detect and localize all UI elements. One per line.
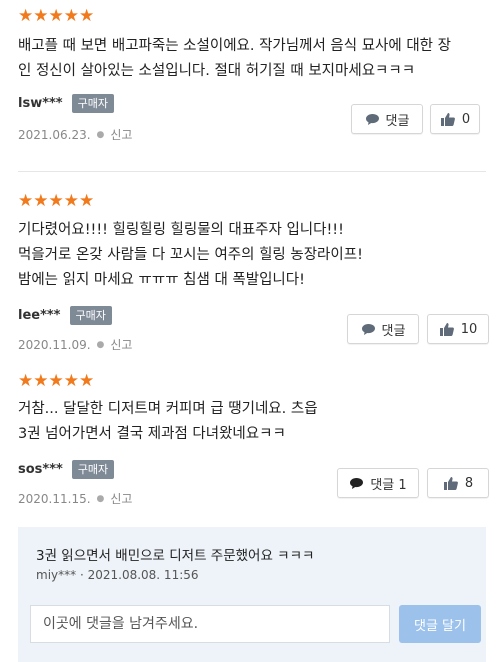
reply-author: miy***	[36, 568, 77, 582]
reply-meta: miy*** · 2021.08.08. 11:56	[36, 568, 199, 582]
comment-label: 댓글	[381, 323, 406, 339]
separator-dot: ●	[96, 339, 105, 350]
rating-stars: ★★★★★	[18, 8, 94, 25]
like-count: 10	[460, 321, 478, 337]
rating-value: ★★★★★	[18, 191, 95, 211]
buyer-badge: 구매자	[69, 306, 112, 325]
reply-input[interactable]	[30, 605, 390, 643]
speech-bubble-icon	[365, 113, 379, 125]
comment-label: 댓글 1	[370, 477, 407, 493]
review-author: lee*** 구매자	[18, 306, 112, 325]
speech-bubble-icon	[361, 323, 375, 335]
review-line: 인 정신이 살아있는 소설입니다. 절대 허기질 때 보지마세요ㅋㅋㅋ	[18, 63, 416, 79]
review-text: 배고플 때 보면 배고파죽는 소설이에요. 작가님께서 음식 묘사에 대한 장 …	[18, 34, 486, 84]
separator-dot: ·	[79, 568, 88, 582]
review-line: 밤에는 읽지 마세요 ㅠㅠㅠ 침샘 대 폭발입니다!	[18, 272, 305, 288]
thumbs-up-icon	[440, 112, 455, 126]
username: lsw***	[18, 96, 63, 111]
review-text: 거참... 달달한 디저트며 커피며 급 땡기네요. 츠읍 3권 넘어가면서 결…	[18, 397, 486, 447]
review-date: 2021.06.23.	[18, 127, 91, 142]
comment-button[interactable]: 댓글 1	[337, 468, 419, 498]
separator-dot: ●	[96, 129, 105, 140]
reply-submit-button[interactable]: 댓글 달기	[399, 605, 481, 643]
review-author: sos*** 구매자	[18, 460, 115, 479]
review-line: 배고플 때 보면 배고파죽는 소설이에요. 작가님께서 음식 묘사에 대한 장	[18, 38, 451, 54]
report-link[interactable]: 신고	[110, 490, 132, 507]
review-author: lsw*** 구매자	[18, 94, 114, 113]
reply-section: 3권 읽으면서 배민으로 디저트 주문했어요 ㅋㅋㅋ miy*** · 2021…	[18, 527, 486, 662]
thumbs-up-icon	[439, 322, 454, 336]
separator-dot: ●	[96, 493, 105, 504]
like-button[interactable]: 0	[430, 104, 480, 134]
review-meta: 2020.11.15. ● 신고	[18, 490, 132, 507]
rating-value: ★★★★★	[18, 6, 95, 26]
like-count: 0	[461, 111, 471, 127]
username: lee***	[18, 308, 61, 323]
buyer-badge: 구매자	[71, 94, 114, 113]
review-line: 3권 넘어가면서 결국 제과점 다녀왔네요ㅋㅋ	[18, 426, 286, 442]
like-button[interactable]: 8	[427, 468, 489, 498]
review-line: 거참... 달달한 디저트며 커피며 급 땡기네요. 츠읍	[18, 401, 318, 417]
comment-label: 댓글	[385, 113, 410, 129]
review-line: 먹을거로 온갖 사람들 다 꼬시는 여주의 힐링 농장라이프!	[18, 247, 363, 263]
like-button[interactable]: 10	[427, 314, 489, 344]
review-date: 2020.11.09.	[18, 337, 91, 352]
comment-button[interactable]: 댓글	[347, 314, 419, 344]
report-link[interactable]: 신고	[110, 336, 132, 353]
reply-date: 2021.08.08. 11:56	[87, 568, 199, 582]
review-date: 2020.11.15.	[18, 491, 91, 506]
review-text: 기다렸어요!!!! 힐링힐링 힐링물의 대표주자 입니다!!! 먹을거로 온갖 …	[18, 218, 486, 293]
review-meta: 2021.06.23. ● 신고	[18, 126, 132, 143]
speech-bubble-icon	[350, 477, 364, 489]
thumbs-up-icon	[443, 476, 458, 490]
like-count: 8	[464, 475, 474, 491]
report-link[interactable]: 신고	[110, 126, 132, 143]
rating-stars: ★★★★★	[18, 193, 94, 210]
review-meta: 2020.11.09. ● 신고	[18, 336, 132, 353]
rating-value: ★★★★★	[18, 371, 95, 391]
reply-text: 3권 읽으면서 배민으로 디저트 주문했어요 ㅋㅋㅋ	[36, 548, 315, 564]
review-line: 기다렸어요!!!! 힐링힐링 힐링물의 대표주자 입니다!!!	[18, 222, 344, 238]
username: sos***	[18, 462, 63, 477]
buyer-badge: 구매자	[71, 460, 115, 479]
divider	[18, 171, 486, 172]
comment-button[interactable]: 댓글	[351, 104, 423, 134]
rating-stars: ★★★★★	[18, 373, 94, 390]
